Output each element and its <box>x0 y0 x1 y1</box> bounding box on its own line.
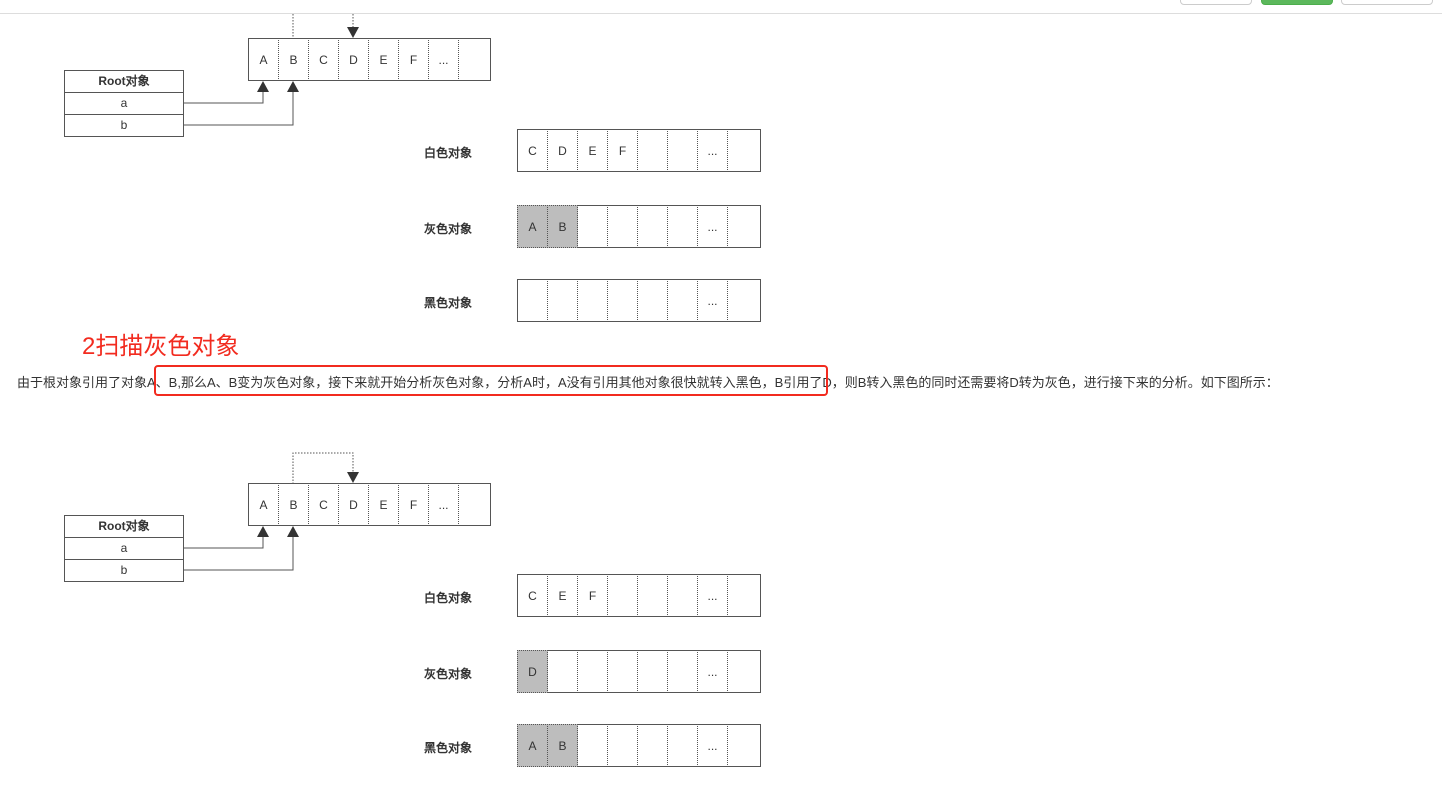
reference-arrows <box>184 452 359 571</box>
